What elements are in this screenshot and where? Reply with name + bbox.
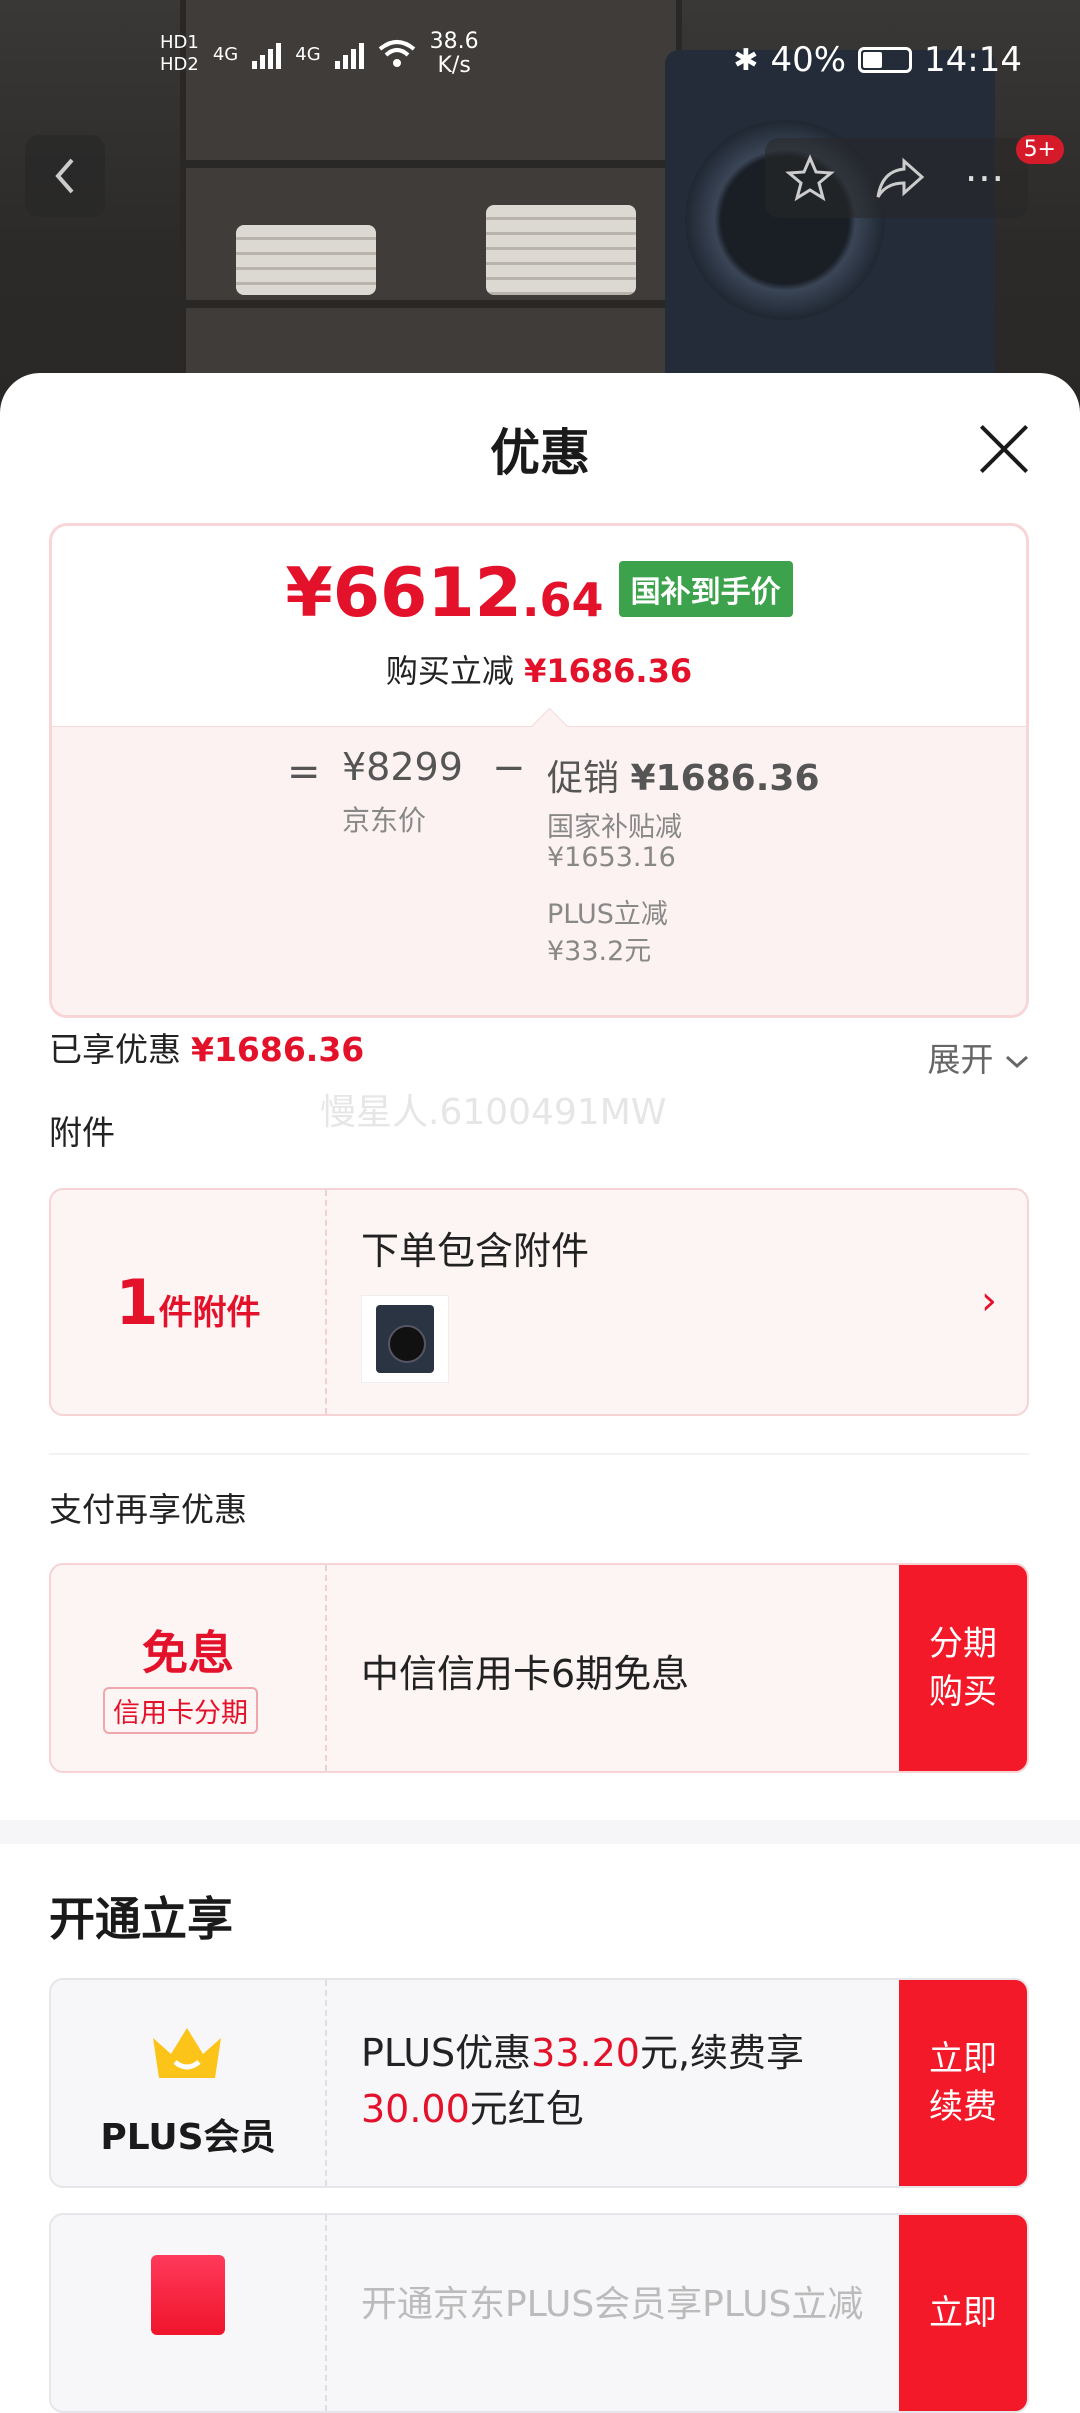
chevron-left-icon bbox=[55, 158, 74, 194]
net2-label: 4G bbox=[295, 43, 321, 65]
expand-label: 展开 bbox=[927, 1040, 994, 1079]
plus-text-1: PLUS优惠 bbox=[361, 2031, 532, 2075]
credit-installment-tag: 信用卡分期 bbox=[103, 1687, 258, 1734]
section-separator bbox=[0, 1820, 1080, 1844]
offer-icon bbox=[151, 2255, 225, 2335]
installment-buy-button[interactable]: 分期 购买 bbox=[899, 1565, 1027, 1771]
price-card: ¥6612.64 国补到手价 购买立减 ¥1686.36 = ¥8299 京东价… bbox=[49, 523, 1029, 1018]
subsidy-value: ¥1653.16 bbox=[547, 842, 676, 873]
final-price: ¥6612.64 国补到手价 bbox=[52, 554, 1026, 633]
hd2-label: HD2 bbox=[160, 54, 199, 75]
net1-label: 4G bbox=[212, 43, 239, 65]
status-right: ✱ 40% 14:14 bbox=[733, 40, 1022, 80]
installment-button-line2: 购买 bbox=[929, 1672, 997, 1712]
renew-button[interactable]: 立即 续费 bbox=[899, 1980, 1027, 2186]
message-badge: 5+ bbox=[1015, 135, 1064, 164]
accessory-count: 1 件附件 bbox=[51, 1190, 327, 1414]
installment-text: 中信信用卡6期免息 bbox=[361, 1652, 690, 1696]
speed-unit: K/s bbox=[437, 53, 471, 78]
battery-icon bbox=[858, 47, 913, 73]
accessory-count-unit: 件附件 bbox=[158, 1292, 261, 1333]
jd-price: ¥8299 bbox=[342, 745, 463, 789]
price-decimal: .64 bbox=[521, 573, 604, 627]
plus-reduce-value: ¥33.2元 bbox=[547, 936, 652, 967]
crown-icon bbox=[153, 2028, 221, 2078]
washer-illustration bbox=[665, 50, 995, 390]
plus-member-name: PLUS会员 bbox=[100, 2117, 276, 2158]
top-action-group: ⋯ bbox=[765, 138, 1028, 218]
plus-value-1: 33.20 bbox=[531, 2031, 640, 2075]
share-icon[interactable] bbox=[874, 155, 926, 201]
plus-value-2: 30.00 bbox=[361, 2087, 470, 2131]
reduce-value: ¥1686.36 bbox=[524, 652, 693, 690]
signal-icon-2 bbox=[334, 39, 364, 69]
interest-free-label: 免息 bbox=[142, 1626, 234, 1680]
watermark: 慢星人.6100491MW bbox=[320, 1092, 667, 1133]
price-breakdown: = ¥8299 京东价 − 促销 ¥1686.36 国家补贴减 ¥1653.16… bbox=[52, 707, 1026, 1015]
secondary-button-line1: 立即 bbox=[929, 2293, 997, 2333]
renew-button-line1: 立即 bbox=[929, 2039, 997, 2079]
accessory-count-number: 1 bbox=[115, 1265, 159, 1339]
chevron-right-icon: › bbox=[981, 1278, 997, 1324]
installment-button-line1: 分期 bbox=[929, 1624, 997, 1664]
accessories-section-label: 附件 bbox=[49, 1113, 115, 1152]
jd-price-label: 京东价 bbox=[342, 804, 427, 837]
enjoyed-label: 已享优惠 bbox=[49, 1030, 181, 1069]
reduce-label: 购买立减 bbox=[385, 652, 514, 690]
price-main: ¥6612 bbox=[285, 554, 522, 633]
plus-text-3: 元红包 bbox=[469, 2087, 584, 2131]
subsidy-tag: 国补到手价 bbox=[618, 561, 793, 617]
open-section-title: 开通立享 bbox=[49, 1892, 233, 1946]
close-icon[interactable] bbox=[978, 423, 1030, 475]
enjoyed-discount: 已享优惠 ¥1686.36 bbox=[49, 1023, 364, 1071]
discount-sheet: 优惠 ¥6612.64 国补到手价 购买立减 ¥1686.36 = ¥8299 … bbox=[0, 373, 1080, 2413]
secondary-offer-button[interactable]: 立即 bbox=[899, 2215, 1027, 2411]
back-button[interactable] bbox=[25, 135, 105, 217]
sheet-title: 优惠 bbox=[490, 424, 590, 482]
plus-member-card: PLUS会员 PLUS优惠33.20元,续费享 30.00元红包 立即续费 bbox=[49, 1978, 1029, 2188]
more-icon[interactable]: ⋯ bbox=[965, 155, 1009, 201]
promo-line: 促销 ¥1686.36 bbox=[547, 749, 820, 801]
expand-button[interactable]: 展开 bbox=[928, 1033, 1031, 1081]
accessories-card[interactable]: 1 件附件 下单包含附件 › bbox=[49, 1188, 1029, 1416]
speed-value: 38.6 bbox=[429, 29, 479, 54]
enjoyed-value: ¥1686.36 bbox=[191, 1030, 365, 1069]
promo-value: ¥1686.36 bbox=[630, 758, 820, 799]
hd1-label: HD1 bbox=[160, 32, 199, 53]
status-left: HD1 HD2 4G 4G 38.6 K/s bbox=[160, 30, 479, 78]
battery-percent: 40% bbox=[770, 40, 847, 80]
promo-label: 促销 bbox=[547, 758, 620, 799]
payment-section-label: 支付再享优惠 bbox=[49, 1490, 247, 1529]
clock: 14:14 bbox=[924, 40, 1022, 80]
reduce-line: 购买立减 ¥1686.36 bbox=[52, 646, 1026, 692]
star-icon[interactable] bbox=[784, 153, 835, 203]
renew-button-line2: 续费 bbox=[929, 2087, 997, 2127]
chevron-down-icon bbox=[1005, 1055, 1029, 1069]
signal-icon bbox=[252, 39, 282, 69]
equals-sign: = bbox=[287, 749, 321, 795]
plus-reduce-label: PLUS立减 bbox=[547, 899, 668, 930]
bluetooth-icon: ✱ bbox=[733, 42, 759, 78]
secondary-offer-text: 开通京东PLUS会员享PLUS立减 bbox=[361, 2284, 864, 2325]
plus-benefit-text: PLUS优惠33.20元,续费享 30.00元红包 bbox=[361, 2025, 881, 2137]
accessory-thumbnail[interactable] bbox=[361, 1295, 449, 1383]
subsidy-label: 国家补贴减 bbox=[547, 812, 682, 843]
wifi-icon bbox=[378, 40, 415, 67]
plus-text-2: 元,续费享 bbox=[639, 2031, 805, 2075]
secondary-offer-card: 开通京东PLUS会员享PLUS立减 立即 bbox=[49, 2213, 1029, 2413]
minus-sign: − bbox=[492, 745, 526, 791]
status-bar: HD1 HD2 4G 4G 38.6 K/s ✱ 40% 14:14 bbox=[0, 30, 1080, 100]
accessory-title: 下单包含附件 bbox=[361, 1229, 590, 1273]
installment-card: 免息 信用卡分期 中信信用卡6期免息 分期购买 bbox=[49, 1563, 1029, 1773]
divider bbox=[49, 1453, 1029, 1455]
